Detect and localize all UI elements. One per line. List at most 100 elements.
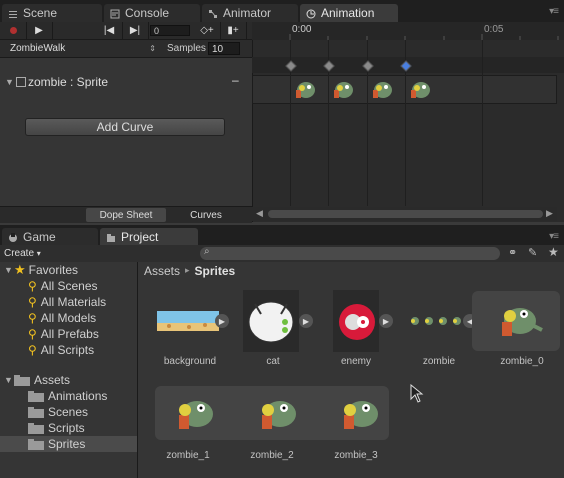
favorites-header[interactable]: ▼ ★ Favorites	[0, 262, 137, 278]
play-button[interactable]: ▶	[26, 22, 53, 39]
project-menu-icon[interactable]: ▾≡	[549, 231, 559, 242]
add-keyframe-button[interactable]: ◇+	[194, 22, 221, 39]
expand-triangle-icon: ▼	[4, 265, 13, 275]
favorite-label: All Models	[40, 311, 97, 325]
tab-animation[interactable]: Animation	[300, 4, 398, 22]
tab-label: Game	[23, 230, 56, 244]
search-icon: ⚲	[28, 311, 37, 325]
frame-field[interactable]: 0	[150, 25, 190, 36]
favorite-item[interactable]: ⚲ All Materials	[0, 294, 137, 310]
expand-arrow-icon[interactable]: ▶	[299, 314, 313, 328]
zombie-sheet-thumbnail	[411, 317, 461, 325]
tab-scene[interactable]: Scene	[2, 4, 102, 22]
record-button[interactable]	[0, 22, 27, 39]
breadcrumb-root[interactable]: Assets	[144, 264, 180, 278]
remove-property-icon[interactable]: –	[232, 73, 239, 87]
tab-label: Console	[125, 6, 170, 20]
add-keyframe-icon: ◇+	[200, 25, 214, 36]
property-row[interactable]: ▼ zombie : Sprite –	[0, 73, 252, 92]
tab-project[interactable]: Project	[100, 228, 198, 246]
tab-game[interactable]: Game	[2, 228, 98, 246]
breadcrumb: Assets ▸ Sprites	[138, 262, 564, 279]
asset-background[interactable]: ▶	[155, 290, 229, 352]
view-mode-tabs: Dope Sheet Curves	[0, 206, 252, 223]
project-folder-tree: ▼ ★ Favorites ⚲ All Scenes ⚲ All Materials…	[0, 262, 138, 478]
filter-label-icon[interactable]: ✎	[528, 246, 537, 259]
favorite-item[interactable]: ⚲ All Prefabs	[0, 326, 137, 342]
assets-label: Assets	[34, 373, 71, 387]
expand-triangle-icon: ▼	[4, 375, 13, 385]
breadcrumb-separator: ▸	[185, 265, 190, 275]
search-input[interactable]: ⌕	[200, 246, 500, 260]
folder-item[interactable]: Animations	[0, 388, 137, 404]
tab-animator[interactable]: Animator	[202, 4, 298, 22]
animation-toolbar: ▶ |◀ ▶| 0 ◇+ ▮+	[0, 22, 252, 40]
asset-zombie-1[interactable]	[165, 388, 225, 440]
animator-icon	[208, 8, 218, 18]
prev-key-icon: |◀	[103, 25, 115, 36]
asset-zombie[interactable]: ◀	[405, 290, 477, 352]
samples-field[interactable]: 10	[208, 42, 240, 55]
add-curve-button[interactable]: Add Curve	[25, 118, 225, 136]
dope-sheet-tab[interactable]: Dope Sheet	[86, 208, 166, 222]
favorite-label: All Scripts	[40, 343, 95, 357]
prev-key-button[interactable]: |◀	[96, 22, 123, 39]
asset-zombie-0[interactable]	[488, 292, 548, 352]
expand-arrow-icon[interactable]: ▶	[215, 314, 229, 328]
scroll-left-icon[interactable]: ◀	[256, 208, 263, 219]
breadcrumb-current[interactable]: Sprites	[195, 264, 236, 278]
asset-zombie-3[interactable]	[330, 388, 390, 440]
record-icon	[9, 27, 17, 34]
next-key-icon: ▶|	[129, 25, 141, 36]
asset-label: zombie_3	[334, 450, 378, 461]
asset-label: cat	[266, 356, 280, 367]
favorites-star-icon[interactable]: ★	[548, 245, 559, 259]
scroll-right-icon[interactable]: ▶	[546, 208, 553, 219]
asset-cat[interactable]: ▶	[243, 290, 313, 352]
window-menu-icon[interactable]: ▾≡	[549, 6, 559, 17]
dopesheet-timeline[interactable]	[252, 22, 564, 222]
play-icon: ▶	[35, 25, 43, 36]
asset-label: enemy	[340, 356, 371, 367]
search-icon: ⚲	[28, 295, 37, 309]
asset-label: zombie_2	[250, 450, 294, 461]
folder-icon	[28, 422, 44, 434]
favorites-label: Favorites	[28, 263, 79, 277]
filter-type-icon[interactable]: ⚭	[508, 246, 517, 259]
asset-zombie-2[interactable]	[248, 388, 308, 440]
favorite-item[interactable]: ⚲ All Scenes	[0, 278, 137, 294]
folder-icon	[28, 406, 44, 418]
expand-triangle-icon[interactable]: ▼	[5, 77, 14, 87]
favorite-item[interactable]: ⚲ All Scripts	[0, 342, 137, 358]
scrollbar-thumb[interactable]	[268, 210, 543, 218]
sprite-renderer-icon	[16, 77, 26, 87]
tab-label: Project	[121, 230, 159, 244]
asset-enemy[interactable]: ▶	[333, 290, 403, 352]
create-dropdown[interactable]: Create ▾	[4, 247, 54, 260]
folder-label: Sprites	[48, 437, 86, 451]
favorite-label: All Prefabs	[40, 327, 99, 341]
expand-arrow-icon[interactable]: ▶	[379, 314, 393, 328]
tab-console[interactable]: Console	[104, 4, 200, 22]
assets-header[interactable]: ▼ Assets	[0, 372, 137, 388]
favorite-label: All Materials	[40, 295, 107, 309]
curves-tab[interactable]: Curves	[168, 208, 244, 222]
keyframe-sprite-thumbnails[interactable]	[292, 76, 432, 104]
next-key-button[interactable]: ▶|	[122, 22, 149, 39]
enemy-thumbnail	[333, 290, 379, 352]
folder-item-selected[interactable]: Sprites	[0, 436, 137, 452]
asset-label: zombie	[422, 356, 456, 367]
add-event-button[interactable]: ▮+	[220, 22, 247, 39]
dropdown-arrow-icon: ▾	[36, 249, 41, 258]
tab-label: Scene	[23, 6, 58, 20]
asset-label: background	[163, 356, 217, 367]
folder-item[interactable]: Scripts	[0, 420, 137, 436]
timeline-scrollbar[interactable]: ◀ ▶	[252, 207, 557, 221]
favorite-item[interactable]: ⚲ All Models	[0, 310, 137, 326]
clip-selector[interactable]: ZombieWalk ⇕	[4, 42, 160, 55]
zombie-sprite-thumbnail	[179, 401, 213, 429]
zombie-sprite-thumbnail	[344, 401, 378, 429]
folder-icon	[28, 438, 44, 450]
folder-item[interactable]: Scenes	[0, 404, 137, 420]
folder-icon	[14, 374, 30, 386]
